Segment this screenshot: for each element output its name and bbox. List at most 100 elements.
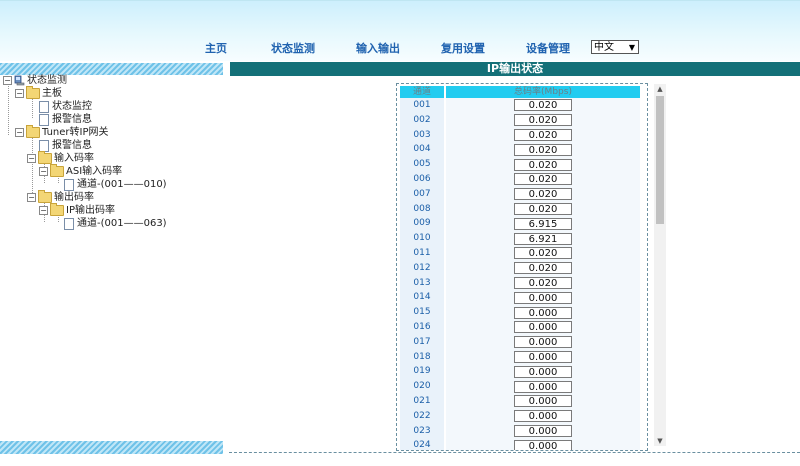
tree-node-mainboard[interactable]: − 主板: [15, 86, 62, 100]
rate-value-field[interactable]: 0.020: [514, 158, 572, 171]
chevron-down-icon: ▼: [628, 43, 635, 52]
rate-cell: 0.020: [446, 186, 640, 202]
nav-home[interactable]: 主页: [205, 40, 227, 56]
tree-node-alarm-info[interactable]: 报警信息: [39, 113, 92, 126]
channel-cell: 001: [400, 98, 446, 113]
table-header: 通道 总码率(Mbps): [400, 86, 640, 98]
channel-cell: 002: [400, 112, 446, 128]
collapse-icon[interactable]: −: [15, 89, 24, 98]
tree-node-asi-input-rate[interactable]: − ASI输入码率: [39, 164, 123, 178]
rate-value-field[interactable]: 0.000: [514, 365, 572, 378]
tree-node-output-rate[interactable]: − 输出码率: [27, 190, 94, 204]
tree-label: 通道-(001——063): [77, 218, 167, 229]
collapse-icon[interactable]: −: [27, 154, 36, 163]
table-row: 006 0.020: [400, 171, 640, 187]
scroll-up-icon[interactable]: ▲: [654, 84, 666, 94]
table-row: 016 0.000: [400, 319, 640, 335]
rate-value-field[interactable]: 6.915: [514, 217, 572, 230]
nav-device-management[interactable]: 设备管理: [526, 40, 570, 56]
rate-value-field[interactable]: 0.020: [514, 276, 572, 289]
rate-value-field[interactable]: 0.000: [514, 306, 572, 319]
channel-cell: 011: [400, 245, 446, 261]
channel-cell: 003: [400, 127, 446, 143]
tree-label: IP输出码率: [66, 205, 115, 216]
tree-node-channel-range-2[interactable]: 通道-(001——063): [64, 217, 167, 230]
collapse-icon[interactable]: −: [39, 167, 48, 176]
table-row: 012 0.020: [400, 260, 640, 276]
rate-value-field[interactable]: 0.020: [514, 202, 572, 215]
rate-value-field[interactable]: 0.000: [514, 380, 572, 393]
collapse-icon[interactable]: −: [15, 128, 24, 137]
top-header: [0, 0, 800, 61]
tree-label: 状态监测: [27, 75, 67, 86]
tree-node-status-root[interactable]: − 状态监测: [3, 74, 67, 87]
rate-value-field[interactable]: 6.921: [514, 232, 572, 245]
rate-value-field[interactable]: 0.000: [514, 336, 572, 349]
tree-node-tuner-gateway[interactable]: − Tuner转IP网关: [15, 125, 109, 139]
tree-node-input-rate[interactable]: − 输入码率: [27, 151, 94, 165]
scroll-down-icon[interactable]: ▼: [654, 436, 666, 446]
divider: [229, 452, 800, 453]
rate-value-field[interactable]: 0.000: [514, 291, 572, 304]
channel-cell: 018: [400, 349, 446, 365]
channel-cell: 021: [400, 393, 446, 409]
tree-node-alarm-info-2[interactable]: 报警信息: [39, 139, 92, 152]
rate-cell: 6.921: [446, 231, 640, 246]
rate-cell: 0.000: [446, 290, 640, 306]
tree-label: ASI输入码率: [66, 166, 123, 177]
nav-input-output[interactable]: 输入输出: [356, 40, 400, 56]
nav-status-monitor[interactable]: 状态监测: [271, 40, 315, 56]
table-row: 003 0.020: [400, 127, 640, 143]
tree-label: 通道-(001——010): [77, 179, 167, 190]
rate-cell: 0.000: [446, 438, 640, 450]
nav-mux-settings[interactable]: 复用设置: [441, 40, 485, 56]
rate-value-field[interactable]: 0.020: [514, 247, 572, 260]
collapse-icon[interactable]: −: [27, 193, 36, 202]
table-row: 002 0.020: [400, 112, 640, 128]
collapse-icon[interactable]: −: [39, 206, 48, 215]
channel-cell: 009: [400, 216, 446, 232]
channel-cell: 006: [400, 171, 446, 187]
rate-value-field[interactable]: 0.020: [514, 114, 572, 127]
table-row: 004 0.020: [400, 142, 640, 158]
rate-value-field[interactable]: 0.020: [514, 173, 572, 186]
table-row: 011 0.020: [400, 245, 640, 261]
rate-cell: 0.000: [446, 319, 640, 335]
scroll-thumb[interactable]: [656, 96, 664, 224]
page-icon: [64, 217, 74, 230]
tree-node-status-monitor[interactable]: 状态监控: [39, 100, 92, 113]
channel-cell: 010: [400, 231, 446, 246]
rate-value-field[interactable]: 0.000: [514, 439, 572, 450]
rate-value-field[interactable]: 0.000: [514, 410, 572, 423]
table-row: 020 0.000: [400, 379, 640, 394]
rate-value-field[interactable]: 0.000: [514, 395, 572, 408]
rate-value-field[interactable]: 0.020: [514, 99, 572, 112]
rate-value-field[interactable]: 0.020: [514, 262, 572, 275]
tree-node-channel-range-1[interactable]: 通道-(001——010): [64, 178, 167, 191]
rate-value-field[interactable]: 0.000: [514, 424, 572, 437]
table-row: 024 0.000: [400, 438, 640, 450]
rate-value-field[interactable]: 0.020: [514, 128, 572, 141]
computer-icon: [14, 75, 25, 86]
rate-cell: 0.020: [446, 260, 640, 276]
rate-cell: 0.020: [446, 98, 640, 113]
rate-cell: 0.020: [446, 127, 640, 143]
language-select[interactable]: 中文 ▼: [591, 40, 639, 54]
channel-cell: 017: [400, 334, 446, 350]
rate-value-field[interactable]: 0.000: [514, 321, 572, 334]
channel-cell: 023: [400, 423, 446, 439]
rate-value-field[interactable]: 0.020: [514, 188, 572, 201]
collapse-icon[interactable]: −: [3, 76, 12, 85]
rate-value-field[interactable]: 0.020: [514, 143, 572, 156]
table-row: 001 0.020: [400, 98, 640, 113]
language-value: 中文: [594, 42, 614, 53]
tree-node-ip-output-rate[interactable]: − IP输出码率: [39, 203, 115, 217]
channel-cell: 004: [400, 142, 446, 158]
table-scrollbar[interactable]: ▲ ▼: [654, 84, 666, 446]
sidebar-bottom-band: [0, 441, 223, 454]
rate-value-field[interactable]: 0.000: [514, 350, 572, 363]
folder-open-icon: [26, 86, 40, 99]
folder-open-icon: [38, 151, 52, 164]
table-row: 005 0.020: [400, 157, 640, 172]
folder-open-icon: [50, 203, 64, 216]
